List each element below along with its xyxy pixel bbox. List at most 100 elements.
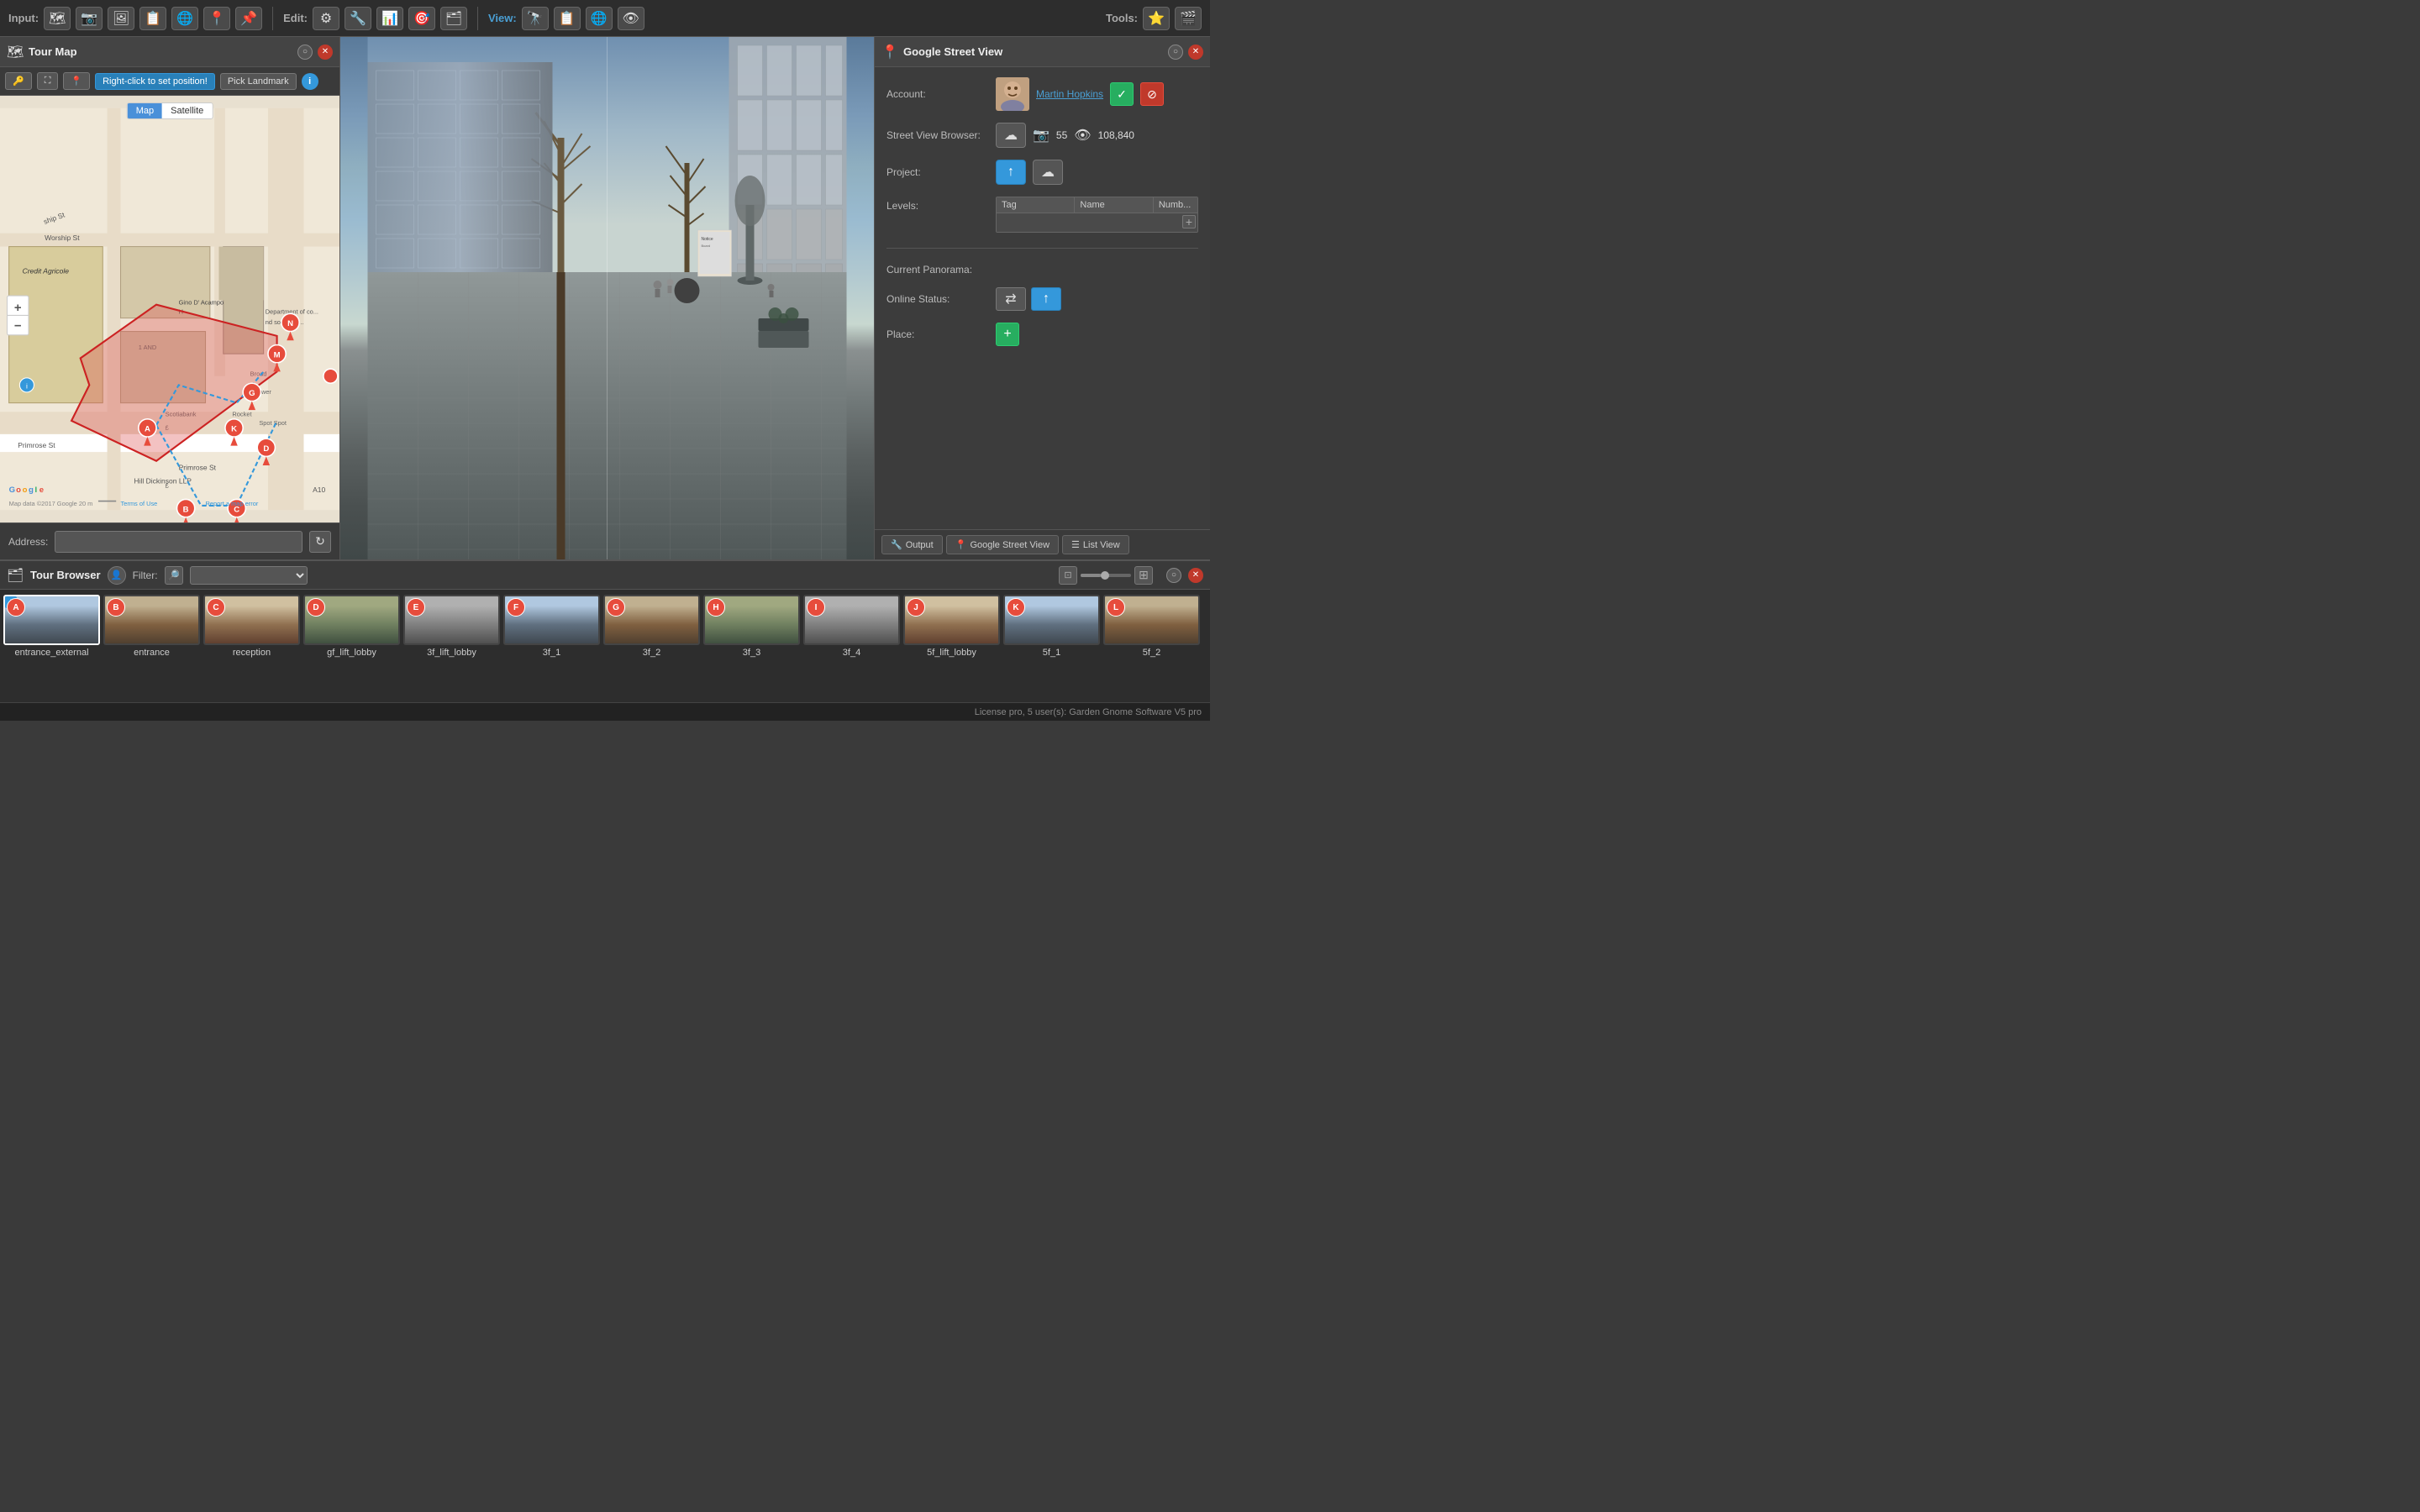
- account-label: Account:: [886, 88, 987, 100]
- map-tab[interactable]: Map: [128, 103, 162, 118]
- thumb-badge-b: B: [107, 598, 125, 617]
- street-view-canvas: Notice Board: [340, 37, 874, 559]
- svb-cloud-btn[interactable]: ☁: [996, 123, 1026, 148]
- thumbnail-item-b[interactable]: Bentrance: [103, 595, 200, 658]
- svg-text:K: K: [231, 425, 237, 434]
- browser-close-btn[interactable]: ✕: [1188, 568, 1203, 583]
- place-add-btn[interactable]: +: [996, 323, 1019, 346]
- edit-btn-5[interactable]: 🗂: [440, 7, 467, 30]
- current-pano-label: Current Panorama:: [886, 264, 987, 276]
- thumbnail-item-f[interactable]: F3f_1: [503, 595, 600, 658]
- view-btn-4[interactable]: 👁: [618, 7, 644, 30]
- online-status-btn-2[interactable]: ↑: [1031, 287, 1061, 311]
- online-status-btn-1[interactable]: ⇄: [996, 287, 1026, 311]
- project-upload-btn[interactable]: ↑: [996, 160, 1026, 185]
- location-tool-btn[interactable]: 📍: [63, 72, 90, 90]
- edit-btn-1[interactable]: ⚙: [313, 7, 339, 30]
- input-btn-1[interactable]: 🗺: [44, 7, 71, 30]
- levels-body: +: [997, 213, 1197, 232]
- thumb-badge-e: E: [407, 598, 425, 617]
- svg-text:−: −: [14, 319, 22, 333]
- left-panel: 🗺 Tour Map ○ ✕ 🔑 ⛶ 📍 Right-click to set …: [0, 37, 340, 559]
- svg-text:G: G: [9, 486, 15, 495]
- thumb-img-wrap-c: C: [203, 595, 300, 645]
- thumb-label-k: 5f_1: [1043, 648, 1060, 658]
- thumb-img-wrap-h: H: [703, 595, 800, 645]
- address-input[interactable]: [55, 531, 302, 553]
- thumbnail-item-h[interactable]: H3f_3: [703, 595, 800, 658]
- view-btn-1[interactable]: 🔭: [522, 7, 549, 30]
- info-btn[interactable]: i: [302, 73, 318, 90]
- browser-settings-btn[interactable]: ○: [1166, 568, 1181, 583]
- filter-icon-btn[interactable]: 🔎: [165, 566, 183, 585]
- thumb-badge-l: L: [1107, 598, 1125, 617]
- eye-icon: 👁: [1074, 127, 1091, 144]
- thumbnail-item-k[interactable]: K5f_1: [1003, 595, 1100, 658]
- account-remove-btn[interactable]: ⊘: [1140, 82, 1164, 106]
- thumbnail-item-a[interactable]: Aientrance_external: [3, 595, 100, 658]
- map-content[interactable]: Map Satellite: [0, 96, 339, 522]
- edit-section: Edit: ⚙ 🔧 📊 🎯 🗂: [283, 7, 467, 30]
- expand-tool-btn[interactable]: ⛶: [37, 72, 59, 90]
- edit-btn-2[interactable]: 🔧: [345, 7, 371, 30]
- thumbnail-item-i[interactable]: I3f_4: [803, 595, 900, 658]
- gsv-tab[interactable]: 📍 Google Street View: [946, 535, 1059, 554]
- key-tool-btn[interactable]: 🔑: [5, 72, 32, 90]
- thumb-img-wrap-i: I: [803, 595, 900, 645]
- tools-btn-2[interactable]: 🎬: [1175, 7, 1202, 30]
- pick-landmark-btn[interactable]: Pick Landmark: [220, 73, 297, 90]
- input-btn-2[interactable]: 📷: [76, 7, 103, 30]
- input-section: Input: 🗺 📷 🖼 📋 🌐 📍 📌: [8, 7, 262, 30]
- levels-header: Tag Name Numb...: [997, 197, 1197, 213]
- gsv-tab-label: Google Street View: [970, 540, 1050, 550]
- thumbnail-item-c[interactable]: Creception: [203, 595, 300, 658]
- svg-text:Primrose St: Primrose St: [179, 463, 217, 471]
- list-view-tab[interactable]: ☰ List View: [1062, 535, 1129, 554]
- list-icon: ☰: [1071, 539, 1080, 550]
- thumbnail-item-d[interactable]: Dgf_lift_lobby: [303, 595, 400, 658]
- project-download-btn[interactable]: ☁: [1033, 160, 1063, 185]
- camera-icon: 📷: [1033, 127, 1050, 144]
- svg-text:e: e: [39, 486, 44, 495]
- view-btn-2[interactable]: 📋: [554, 7, 581, 30]
- gsv-settings-btn[interactable]: ○: [1168, 45, 1183, 60]
- size-slider[interactable]: [1081, 574, 1131, 577]
- street-view-image[interactable]: Notice Board: [340, 37, 874, 559]
- view-label: View:: [488, 12, 517, 24]
- tour-map-close-btn[interactable]: ✕: [318, 45, 333, 60]
- input-btn-6[interactable]: 📍: [203, 7, 230, 30]
- edit-btn-4[interactable]: 🎯: [408, 7, 435, 30]
- thumb-large-icon[interactable]: ⊞: [1134, 566, 1153, 585]
- account-verify-btn[interactable]: ✓: [1110, 82, 1134, 106]
- thumbnail-item-j[interactable]: J5f_lift_lobby: [903, 595, 1000, 658]
- thumb-label-g: 3f_2: [643, 648, 660, 658]
- tour-map-minimize-btn[interactable]: ○: [297, 45, 313, 60]
- input-btn-5[interactable]: 🌐: [171, 7, 198, 30]
- thumbnails-scroll[interactable]: Aientrance_externalBentranceCreceptionDg…: [0, 590, 1210, 702]
- thumbnail-item-e[interactable]: E3f_lift_lobby: [403, 595, 500, 658]
- svg-text:Notice: Notice: [702, 237, 713, 242]
- browser-person-btn[interactable]: 👤: [108, 566, 126, 585]
- output-tab[interactable]: 🔧 Output: [881, 535, 943, 554]
- thumb-small-icon[interactable]: ⊡: [1059, 566, 1077, 585]
- user-name[interactable]: Martin Hopkins: [1036, 88, 1103, 100]
- address-go-btn[interactable]: ↻: [309, 531, 331, 553]
- input-btn-4[interactable]: 📋: [139, 7, 166, 30]
- avatar-image: [996, 77, 1029, 111]
- tools-btn-1[interactable]: ⭐: [1143, 7, 1170, 30]
- input-btn-3[interactable]: 🖼: [108, 7, 134, 30]
- thumbnail-item-g[interactable]: G3f_2: [603, 595, 700, 658]
- edit-btn-3[interactable]: 📊: [376, 7, 403, 30]
- view-btn-3[interactable]: 🌐: [586, 7, 613, 30]
- gsv-header: 📍 Google Street View ○ ✕: [875, 37, 1210, 67]
- input-btn-7[interactable]: 📌: [235, 7, 262, 30]
- thumbnail-item-l[interactable]: L5f_2: [1103, 595, 1200, 658]
- filter-dropdown[interactable]: [190, 566, 308, 585]
- satellite-tab[interactable]: Satellite: [162, 103, 212, 118]
- current-pano-row: Current Panorama:: [886, 264, 1198, 276]
- center-panel[interactable]: Notice Board: [340, 37, 874, 559]
- add-level-btn[interactable]: +: [1182, 215, 1196, 228]
- project-label: Project:: [886, 166, 987, 178]
- levels-table: Tag Name Numb... +: [996, 197, 1198, 233]
- gsv-close-btn[interactable]: ✕: [1188, 45, 1203, 60]
